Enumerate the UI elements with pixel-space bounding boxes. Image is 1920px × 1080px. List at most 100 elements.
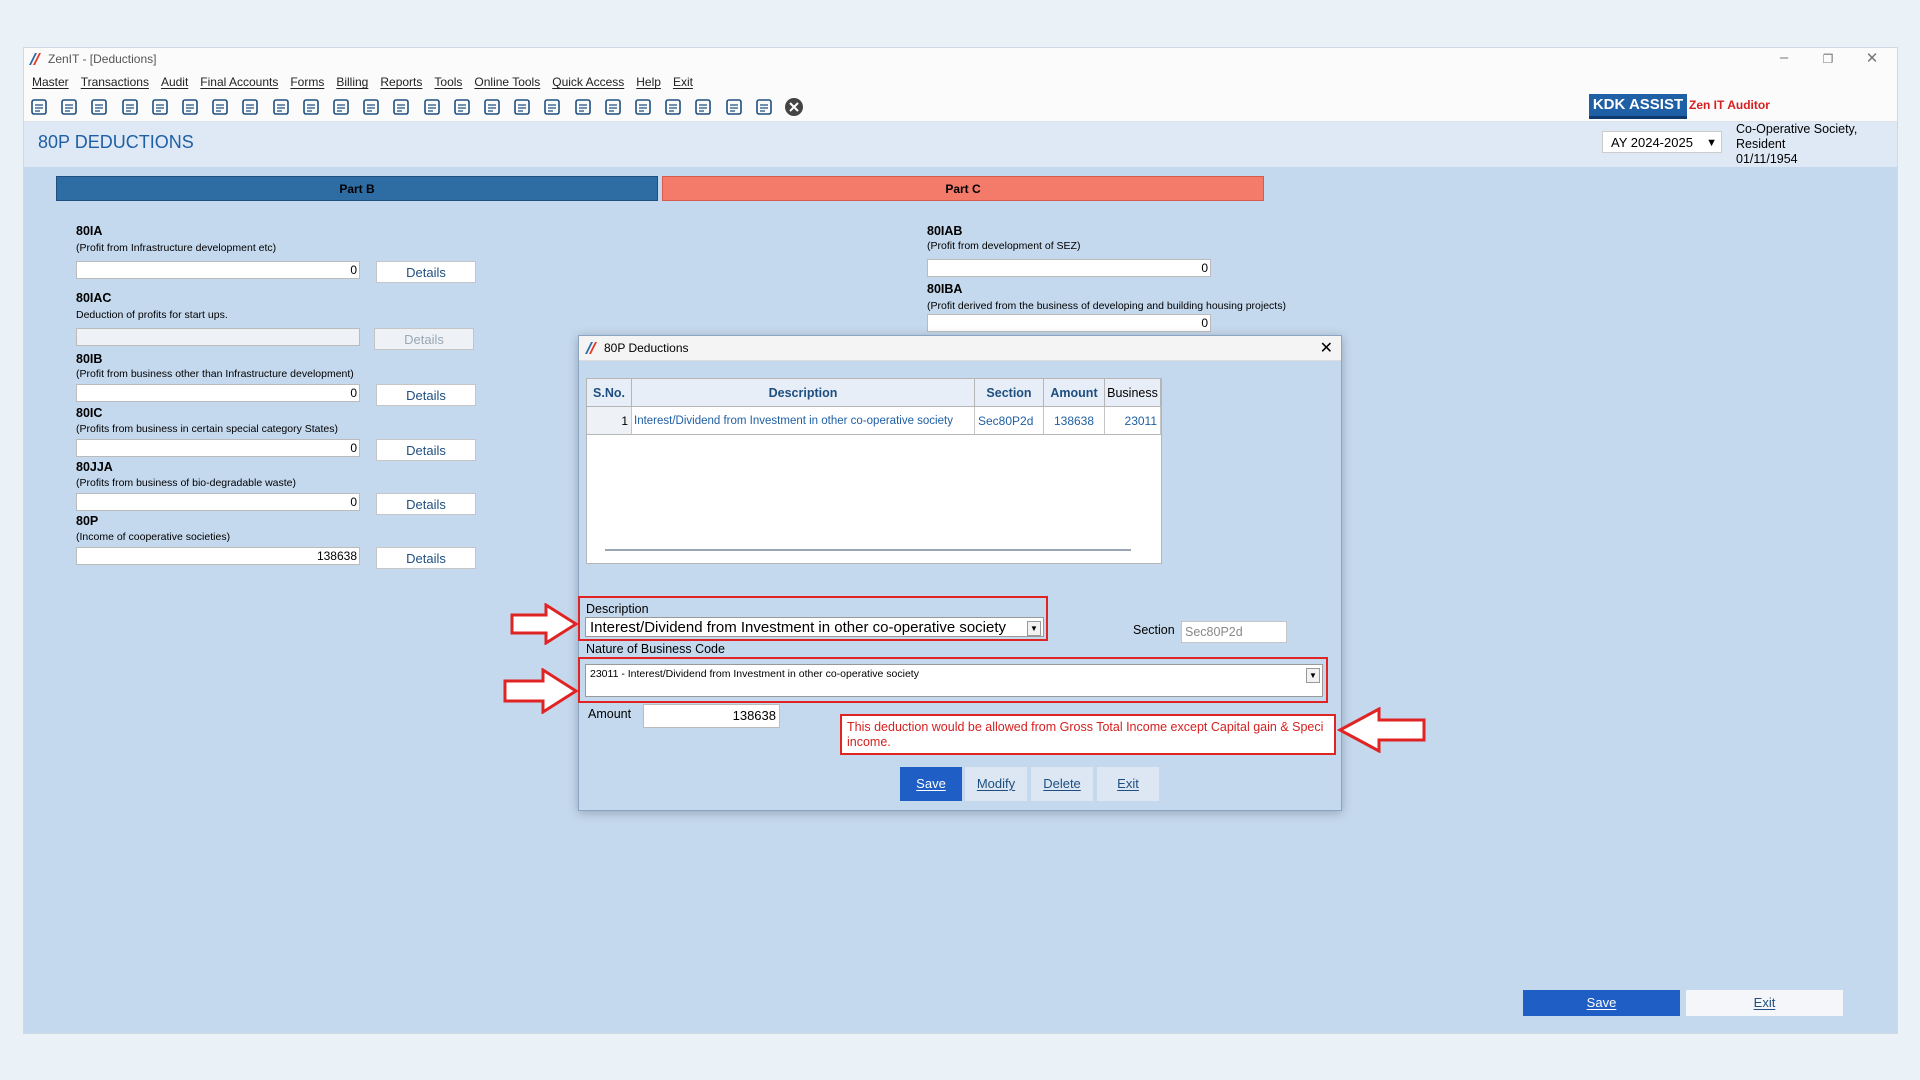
restore-icon[interactable]: ❐ xyxy=(1814,52,1842,66)
report-icon[interactable] xyxy=(481,96,503,118)
section-code-80iab: 80IAB xyxy=(927,224,963,238)
row-business[interactable]: 23011 xyxy=(1105,407,1161,435)
details-button-80ic[interactable]: Details xyxy=(376,439,476,461)
description-value: Interest/Dividend from Investment in oth… xyxy=(590,619,1007,636)
refresh-icon[interactable] xyxy=(572,96,594,118)
export-icon[interactable] xyxy=(511,96,533,118)
column-header-sno[interactable]: S.No. xyxy=(587,379,632,407)
sync-icon[interactable] xyxy=(602,96,624,118)
chevron-down-icon: ▼ xyxy=(1706,137,1717,149)
menu-tools[interactable]: Tools xyxy=(434,75,462,89)
building-icon[interactable] xyxy=(88,96,110,118)
deduction-note: This deduction would be allowed from Gro… xyxy=(840,714,1336,755)
menu-bar: Master Transactions Audit Final Accounts For… xyxy=(24,72,1897,91)
section-code-80iba: 80IBA xyxy=(927,282,963,296)
details-button-80iac: Details xyxy=(374,328,474,350)
amount-input[interactable]: 138638 xyxy=(643,704,780,728)
section-code-80ia: 80IA xyxy=(76,224,103,238)
column-header-description[interactable]: Description xyxy=(632,379,975,407)
menu-transactions[interactable]: Transactions xyxy=(81,75,149,89)
menu-help[interactable]: Help xyxy=(636,75,661,89)
amount-field-80iba[interactable]: 0 xyxy=(927,314,1211,332)
dialog-save-button[interactable]: Save xyxy=(900,767,962,801)
calendar-icon[interactable] xyxy=(541,96,563,118)
tablet-icon[interactable] xyxy=(421,96,443,118)
close-circle-icon[interactable] xyxy=(783,96,805,118)
assessment-year-select[interactable]: AY 2024-2025 ▼ xyxy=(1602,131,1722,153)
contacts-icon[interactable] xyxy=(662,96,684,118)
filter-icon[interactable] xyxy=(239,96,261,118)
window-title: ZenIT - [Deductions] xyxy=(48,52,157,66)
calculator-icon[interactable] xyxy=(330,96,352,118)
menu-audit[interactable]: Audit xyxy=(161,75,188,89)
tab-part-b[interactable]: Part B xyxy=(56,176,658,201)
row-amount[interactable]: 138638 xyxy=(1044,407,1105,435)
tab-part-c[interactable]: Part C xyxy=(662,176,1264,201)
form-icon[interactable] xyxy=(753,96,775,118)
menu-forms[interactable]: Forms xyxy=(290,75,324,89)
nature-of-business-select[interactable]: 23011 - Interest/Dividend from Investmen… xyxy=(585,664,1323,697)
id-icon[interactable] xyxy=(723,96,745,118)
menu-final-accounts[interactable]: Final Accounts xyxy=(200,75,278,89)
section-input: Sec80P2d xyxy=(1181,621,1287,643)
users-icon[interactable] xyxy=(179,96,201,118)
amount-field-80ib[interactable]: 0 xyxy=(76,384,360,402)
menu-billing[interactable]: Billing xyxy=(336,75,368,89)
dialog-delete-button[interactable]: Delete xyxy=(1031,767,1093,801)
dialog-close-icon[interactable]: ✕ xyxy=(1320,338,1333,358)
arrow-right-icon xyxy=(503,668,578,714)
menu-reports[interactable]: Reports xyxy=(380,75,422,89)
kdk-assist-logo: KDK ASSIST xyxy=(1589,94,1687,119)
details-button-80jja[interactable]: Details xyxy=(376,493,476,515)
horizontal-scrollbar[interactable] xyxy=(605,549,1131,551)
row-sno[interactable]: 1 xyxy=(587,407,632,435)
section-desc-80iac: Deduction of profits for start ups. xyxy=(76,309,228,321)
details-button-80p[interactable]: Details xyxy=(376,547,476,569)
column-header-section[interactable]: Section xyxy=(975,379,1044,407)
amount-field-80ia[interactable]: 0 xyxy=(76,261,360,279)
arrow-left-icon xyxy=(1337,707,1426,753)
dialog-exit-button[interactable]: Exit xyxy=(1097,767,1159,801)
tax-icon[interactable] xyxy=(270,96,292,118)
book-icon[interactable] xyxy=(28,96,50,118)
bank-icon[interactable] xyxy=(692,96,714,118)
amount-field-80ic[interactable]: 0 xyxy=(76,439,360,457)
title-bar: ZenIT - [Deductions] – ❐ ✕ xyxy=(24,48,1897,72)
details-button-80ia[interactable]: Details xyxy=(376,261,476,283)
home-icon[interactable] xyxy=(58,96,80,118)
close-icon[interactable]: ✕ xyxy=(1858,49,1886,67)
column-header-amount[interactable]: Amount xyxy=(1044,379,1105,407)
amount-field-80jja[interactable]: 0 xyxy=(76,493,360,511)
card-icon[interactable] xyxy=(632,96,654,118)
amount-field-80p[interactable]: 138638 xyxy=(76,547,360,565)
amount-field-80iab[interactable]: 0 xyxy=(927,259,1211,277)
dialog-modify-button[interactable]: Modify xyxy=(965,767,1027,801)
menu-online-tools[interactable]: Online Tools xyxy=(474,75,540,89)
section-desc-80iba: (Profit derived from the business of dev… xyxy=(927,300,1286,312)
menu-master[interactable]: Master xyxy=(32,75,69,89)
pie-icon[interactable] xyxy=(360,96,382,118)
section-label: Section xyxy=(1133,623,1175,637)
menu-quick-access[interactable]: Quick Access xyxy=(552,75,624,89)
details-button-80ib[interactable]: Details xyxy=(376,384,476,406)
app-logo-icon xyxy=(29,53,41,65)
row-description[interactable]: Interest/Dividend from Investment in oth… xyxy=(632,407,975,435)
column-header-business[interactable]: Business xyxy=(1105,379,1161,407)
rewind-icon[interactable] xyxy=(300,96,322,118)
dialog-title-bar: 80P Deductions ✕ xyxy=(579,336,1341,361)
main-exit-button[interactable]: Exit xyxy=(1686,990,1843,1016)
main-save-button[interactable]: Save xyxy=(1523,990,1680,1016)
menu-exit[interactable]: Exit xyxy=(673,75,693,89)
entity-info: Co-Operative Society, Resident 01/11/195… xyxy=(1736,122,1857,167)
pay-icon[interactable] xyxy=(390,96,412,118)
info-icon[interactable] xyxy=(451,96,473,118)
row-section[interactable]: Sec80P2d xyxy=(975,407,1044,435)
nature-of-business-value: 23011 - Interest/Dividend from Investmen… xyxy=(590,668,919,680)
section-desc-80ic: (Profits from business in certain specia… xyxy=(76,423,339,435)
description-select[interactable]: Interest/Dividend from Investment in oth… xyxy=(585,617,1044,637)
section-desc-80jja: (Profits from business of bio-degradable… xyxy=(76,477,297,489)
minimize-icon[interactable]: – xyxy=(1770,49,1798,66)
gift-icon[interactable] xyxy=(149,96,171,118)
bar-chart-icon[interactable] xyxy=(119,96,141,118)
tools-icon[interactable] xyxy=(209,96,231,118)
